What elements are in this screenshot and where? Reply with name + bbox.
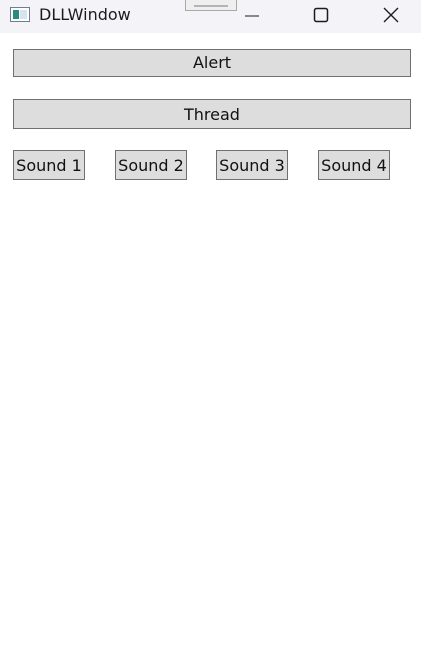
sound-4-button[interactable]: Sound 4 [318, 150, 390, 180]
app-window-icon [10, 7, 30, 22]
window-title: DLLWindow [39, 5, 131, 24]
sound-3-button[interactable]: Sound 3 [216, 150, 288, 180]
close-icon [383, 7, 399, 23]
thread-button[interactable]: Thread [13, 99, 411, 129]
alert-button[interactable]: Alert [13, 49, 411, 77]
minimize-button[interactable] [229, 0, 275, 32]
dll-window: DLLWindow Alert Thread Sound 1 Sound 2 S… [0, 0, 421, 657]
close-button[interactable] [368, 0, 414, 32]
sound-2-button[interactable]: Sound 2 [115, 150, 187, 180]
maximize-icon [313, 7, 329, 23]
sound-1-button[interactable]: Sound 1 [13, 150, 85, 180]
title-bar[interactable]: DLLWindow [0, 0, 421, 33]
minimize-icon [245, 15, 259, 17]
maximize-button[interactable] [298, 0, 344, 32]
